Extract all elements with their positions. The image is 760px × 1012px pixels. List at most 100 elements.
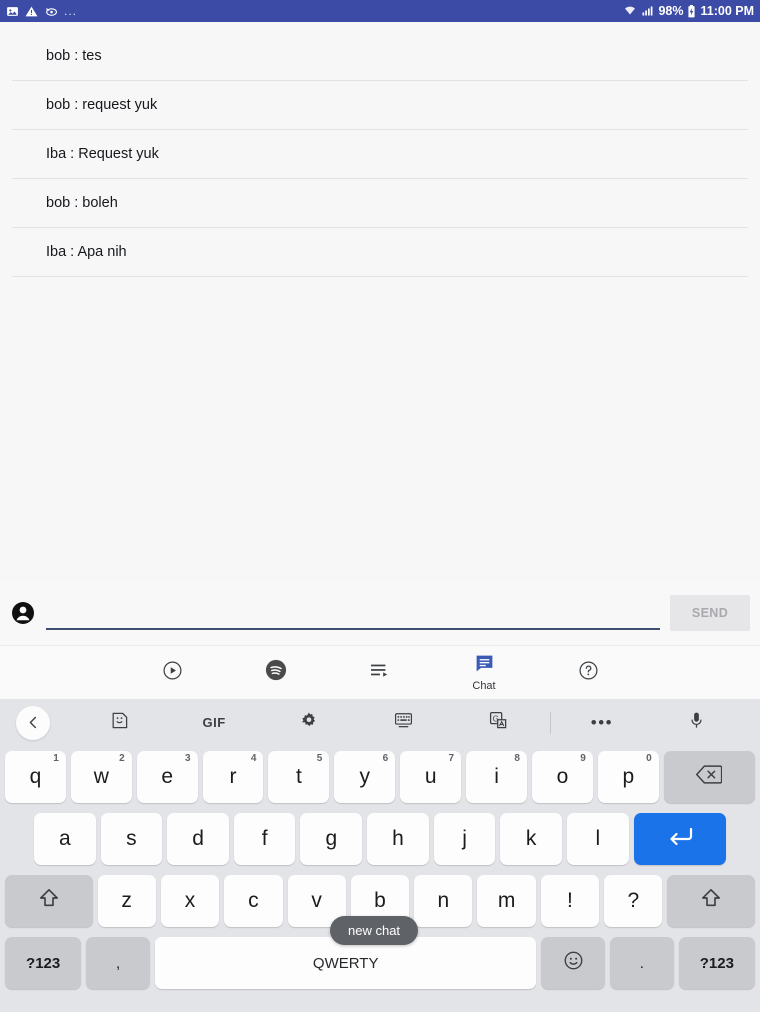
chat-message-row[interactable]: bob : boleh	[12, 179, 748, 228]
keyboard-row-2: a s d f g h j k l	[2, 808, 758, 870]
chat-message-row[interactable]: bob : tes	[12, 32, 748, 81]
play-circle-icon	[162, 660, 183, 686]
key-o-superscript: 9	[580, 753, 586, 764]
keyboard-key-rows: 1q 2w 3e 4r 5t 6y 7u 8i 9o 0p a s d f g …	[0, 746, 760, 1012]
sticker-icon	[110, 711, 129, 735]
key-symbols-right[interactable]: ?123	[678, 937, 755, 989]
key-l[interactable]: l	[566, 813, 629, 865]
key-enter[interactable]	[633, 813, 727, 865]
key-w[interactable]: 2w	[70, 751, 132, 803]
status-time: 11:00 PM	[700, 4, 754, 18]
key-n[interactable]: n	[414, 875, 473, 927]
key-q-superscript: 1	[53, 753, 59, 764]
key-o[interactable]: 9o	[531, 751, 593, 803]
key-u-superscript: 7	[448, 753, 455, 764]
enter-return-icon	[667, 826, 693, 852]
keyboard-row-1: 1q 2w 3e 4r 5t 6y 7u 8i 9o 0p	[2, 746, 758, 808]
key-s[interactable]: s	[100, 813, 163, 865]
key-comma[interactable]: ,	[86, 937, 150, 989]
key-e[interactable]: 3e	[136, 751, 198, 803]
key-m[interactable]: m	[477, 875, 536, 927]
key-a-label: a	[58, 827, 71, 850]
key-y[interactable]: 6y	[334, 751, 396, 803]
translate-button[interactable]: G	[451, 703, 546, 743]
nav-item-chat[interactable]: Chat	[455, 650, 513, 696]
key-q[interactable]: 1q	[4, 751, 66, 803]
nav-item-help[interactable]	[559, 650, 617, 696]
key-k[interactable]: k	[500, 813, 562, 865]
status-overflow-dots: ...	[64, 4, 78, 18]
key-t-superscript: 5	[316, 753, 323, 764]
account-circle-icon	[10, 600, 36, 626]
key-symbols-left-label: ?123	[26, 954, 61, 972]
on-screen-keyboard: GIF G ••• 1 q 2 w 3 e 4 r 5 t 6 y 7 u 8 …	[0, 699, 760, 1012]
app-root: ... 98% 11:00 PM bob : tes bob : request…	[0, 0, 760, 1012]
key-f[interactable]: f	[233, 813, 296, 865]
key-z-label: z	[121, 889, 132, 912]
chat-message-list[interactable]: bob : tes bob : request yuk Iba : Reques…	[0, 22, 760, 581]
keyboard-settings-button[interactable]	[261, 703, 356, 743]
key-shift-right[interactable]	[667, 875, 755, 927]
keyboard-layout-button[interactable]	[356, 703, 451, 743]
keyboard-back-button[interactable]	[16, 703, 72, 743]
sticker-button[interactable]	[72, 703, 167, 743]
voice-input-button[interactable]	[649, 703, 744, 743]
chat-message-row[interactable]: bob : request yuk	[12, 81, 748, 130]
gif-icon: GIF	[202, 715, 226, 730]
chat-bubble-icon	[474, 653, 495, 679]
key-w-superscript: 2	[119, 753, 125, 764]
back-chevron-icon	[16, 705, 50, 740]
key-p-label: p	[622, 765, 635, 788]
key-z[interactable]: z	[97, 875, 156, 927]
key-backspace[interactable]	[663, 751, 756, 803]
key-o-label: o	[556, 765, 569, 788]
new-chat-tooltip: new chat	[330, 916, 419, 945]
key-r-superscript: 4	[250, 753, 257, 764]
key-j[interactable]: j	[433, 813, 496, 865]
toolbar-divider	[549, 711, 551, 734]
signal-icon	[641, 5, 654, 17]
key-d[interactable]: d	[167, 813, 229, 865]
send-button[interactable]: SEND	[670, 595, 750, 631]
key-v-label: v	[311, 889, 322, 912]
key-i[interactable]: 8i	[466, 751, 527, 803]
key-r-label: r	[229, 765, 237, 788]
key-c[interactable]: c	[224, 875, 283, 927]
chat-message-row[interactable]: Iba : Apa nih	[12, 228, 748, 277]
emoji-smiley-icon	[563, 950, 584, 977]
key-t[interactable]: 5t	[268, 751, 330, 803]
key-period[interactable]: .	[610, 937, 674, 989]
battery-percent: 98%	[658, 4, 684, 18]
chat-message-text: Iba : Request yuk	[46, 146, 159, 162]
message-input-field[interactable]	[46, 596, 660, 630]
status-bar-left: ...	[6, 4, 77, 18]
message-input[interactable]	[46, 607, 660, 628]
key-emoji[interactable]	[541, 937, 606, 989]
gear-icon	[300, 711, 318, 734]
nav-item-queue[interactable]	[351, 650, 409, 696]
key-symbols-right-label: ?123	[699, 954, 734, 972]
shift-icon	[38, 888, 60, 914]
key-x[interactable]: x	[160, 875, 220, 927]
gif-button[interactable]: GIF	[167, 703, 262, 743]
key-question[interactable]: ?	[604, 875, 663, 927]
key-p[interactable]: 0p	[597, 751, 659, 803]
key-y-label: y	[359, 765, 371, 788]
backspace-icon	[696, 764, 723, 790]
more-options-button[interactable]: •••	[555, 703, 650, 743]
key-u-label: u	[424, 765, 437, 788]
key-exclamation[interactable]: !	[540, 875, 600, 927]
key-symbols-left[interactable]: ?123	[5, 937, 82, 989]
key-l-label: l	[595, 827, 601, 850]
key-u[interactable]: 7u	[400, 751, 462, 803]
key-w-label: w	[93, 765, 109, 788]
key-a[interactable]: a	[33, 813, 96, 865]
chat-message-row[interactable]: Iba : Request yuk	[12, 130, 748, 179]
key-shift-left[interactable]	[5, 875, 93, 927]
key-g[interactable]: g	[300, 813, 363, 865]
nav-item-spotify[interactable]	[247, 650, 305, 696]
queue-playlist-icon	[369, 661, 391, 684]
key-r[interactable]: 4r	[202, 751, 264, 803]
key-h[interactable]: h	[367, 813, 429, 865]
nav-item-play[interactable]	[143, 650, 201, 696]
